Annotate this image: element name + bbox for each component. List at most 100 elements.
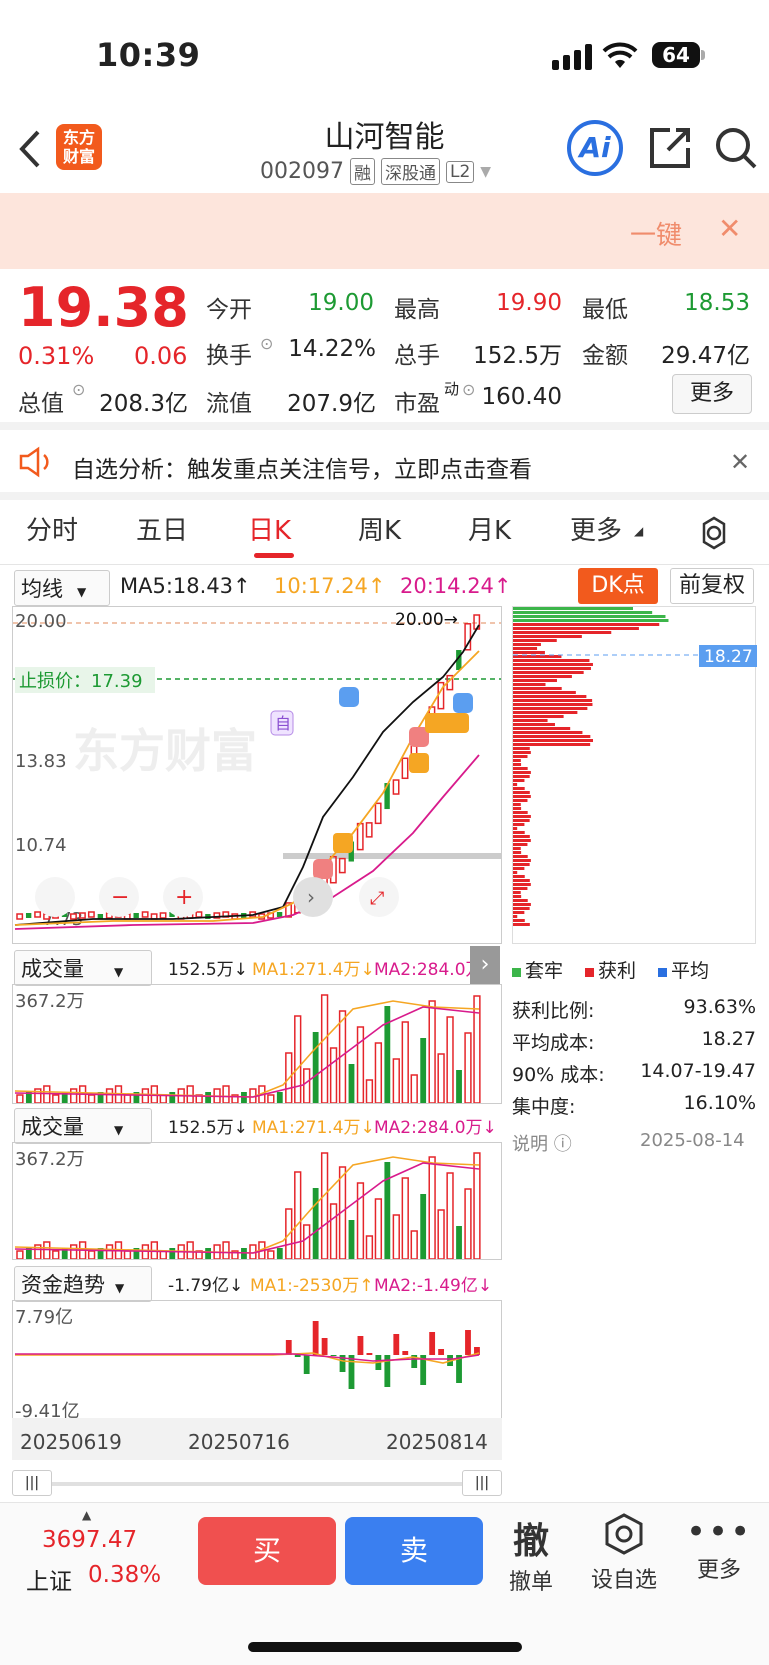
chart-left-button[interactable] xyxy=(35,877,75,917)
buy-button[interactable]: 买 xyxy=(198,1517,336,1585)
indicator-selector-volume-2[interactable]: 成交量 ▼ xyxy=(14,1108,152,1144)
indicator-selector-ma[interactable]: 均线 ▼ xyxy=(14,570,110,606)
volume-bar xyxy=(70,1244,78,1259)
chip-bar xyxy=(513,799,528,802)
caret-down-icon: ▼ xyxy=(77,585,87,599)
stock-code-row[interactable]: 002097 融 深股通 L2 ▼ xyxy=(260,158,491,185)
collapse-button[interactable]: › xyxy=(470,946,500,984)
signal-s-badge[interactable] xyxy=(453,693,473,713)
volume-bar xyxy=(222,1241,230,1259)
index-change[interactable]: 0.38% xyxy=(88,1562,161,1588)
notice-text[interactable]: 自选分析：触发重点关注信号，立即点击查看 xyxy=(72,450,532,484)
tab-daily-k[interactable]: 日K xyxy=(248,510,291,547)
candle xyxy=(34,911,42,918)
chip-bar xyxy=(513,827,518,830)
index-name[interactable]: 上证 xyxy=(26,1562,72,1596)
amount-value: 29.47亿 xyxy=(661,343,750,369)
chip-date: 2025-08-14 xyxy=(640,1130,745,1151)
volume-label: 总手 xyxy=(394,343,440,369)
profit-swatch xyxy=(585,968,595,977)
quote-more-button[interactable]: 更多 xyxy=(672,374,752,414)
info-dots-icon[interactable]: ⊙ xyxy=(260,334,273,353)
range-handle-left[interactable]: ||| xyxy=(12,1470,52,1496)
chip-distribution-chart[interactable]: 18.27 xyxy=(512,606,757,944)
volume-bar xyxy=(16,1250,24,1259)
signal-t-badge[interactable] xyxy=(333,833,353,853)
date-start: 20250619 xyxy=(20,1430,122,1454)
signal-b-badge[interactable] xyxy=(313,859,333,879)
candle xyxy=(392,779,400,795)
volume-bar xyxy=(312,1032,319,1103)
chip-bar xyxy=(513,759,521,762)
candle xyxy=(374,802,382,825)
volume-chart-1[interactable]: 367.2万 xyxy=(12,984,502,1104)
banner-close-icon[interactable]: ✕ xyxy=(718,212,741,245)
sell-button[interactable]: 卖 xyxy=(345,1517,483,1585)
tab-monthly-k[interactable]: 月K xyxy=(468,510,511,547)
chip-bar xyxy=(513,899,528,902)
fund-bar xyxy=(285,1340,292,1355)
stop-loss-label: 止损价：17.39 xyxy=(19,671,143,692)
tab-more[interactable]: 更多 xyxy=(570,510,622,547)
fund-ymax: 7.79亿 xyxy=(15,1307,74,1328)
volume-bar xyxy=(43,1085,51,1103)
signal-s-badge[interactable] xyxy=(339,687,359,707)
tag-level2: L2 xyxy=(445,160,475,183)
chip-bar xyxy=(513,739,593,742)
signal-tt-badge[interactable] xyxy=(425,713,469,733)
ai-assistant-button[interactable]: Ai xyxy=(567,120,623,176)
chip-bar xyxy=(513,639,557,642)
add-watchlist-button[interactable]: 设自选 xyxy=(588,1512,660,1594)
chip-stat-row: 集中度: 16.10% xyxy=(512,1092,756,1124)
cancel-order-button[interactable]: 撤 撤单 xyxy=(500,1512,562,1596)
range-scrollbar[interactable]: ||| ||| xyxy=(12,1470,502,1496)
kline-svg[interactable]: 东方财富 止损价：17.39 20.00 13.83 10.74 7.73 20… xyxy=(13,607,501,943)
dk-point-button[interactable]: DK点 xyxy=(578,568,658,604)
avg-cost-tag: 18.27 xyxy=(704,647,753,667)
volume-bar xyxy=(356,1026,365,1103)
fund-ma1: MA1:-2530万↑ xyxy=(250,1276,374,1296)
vol2-ymax: 367.2万 xyxy=(15,1149,85,1170)
gear-icon[interactable] xyxy=(696,515,732,551)
float-value: 207.9亿 xyxy=(287,391,376,417)
candle xyxy=(141,911,149,918)
bottom-more-button[interactable]: ••• 更多 xyxy=(686,1512,752,1584)
index-value[interactable]: 3697.47 xyxy=(42,1527,137,1553)
chip-bar xyxy=(513,807,522,810)
tab-intraday[interactable]: 分时 xyxy=(26,510,78,547)
chip-bar xyxy=(513,767,528,770)
chip-note[interactable]: 说明 ⓘ xyxy=(512,1130,572,1156)
indicator-selector-fund[interactable]: 资金趋势 ▼ xyxy=(14,1266,152,1302)
adjust-button[interactable]: 前复权 xyxy=(670,568,754,604)
search-icon[interactable] xyxy=(714,126,758,170)
volume-bar xyxy=(16,1094,24,1103)
chip-bar xyxy=(513,859,531,862)
vol1-ma2-line xyxy=(14,1006,480,1098)
candle xyxy=(133,913,139,918)
fund-svg xyxy=(15,1321,480,1389)
chip-bar xyxy=(513,835,530,838)
caret-down-icon: ▼ xyxy=(115,1281,125,1295)
volume-bar xyxy=(320,1152,329,1259)
range-handle-right[interactable]: ||| xyxy=(462,1470,502,1496)
fund-ma2: MA2:-1.49亿↓ xyxy=(374,1276,493,1296)
notice-close-icon[interactable]: ✕ xyxy=(730,448,750,476)
info-dots-icon[interactable]: ⊙ xyxy=(462,380,475,399)
chip-bar xyxy=(513,855,528,858)
fund-chart[interactable]: 7.79亿 -9.41亿 xyxy=(12,1300,502,1422)
info-dots-icon[interactable]: ⊙ xyxy=(72,380,85,399)
chip-stat-label: 平均成本: xyxy=(512,1032,595,1054)
indicator-selector-volume[interactable]: 成交量 ▼ xyxy=(14,950,152,986)
signal-t-badge[interactable] xyxy=(409,753,429,773)
chip-stat-row: 获利比例: 93.63% xyxy=(512,996,756,1028)
high-marker: 20.00→ xyxy=(395,610,458,630)
chip-bar xyxy=(513,803,521,806)
more-dots-icon: ••• xyxy=(686,1512,753,1552)
banner-text[interactable]: 一键 xyxy=(630,215,682,252)
share-icon[interactable] xyxy=(648,126,692,170)
tab-weekly-k[interactable]: 周K xyxy=(358,510,401,547)
index-expand-caret-icon[interactable]: ▲ xyxy=(82,1508,91,1522)
tab-five-day[interactable]: 五日 xyxy=(136,510,188,547)
kline-chart[interactable]: 东方财富 止损价：17.39 20.00 13.83 10.74 7.73 20… xyxy=(12,606,502,944)
volume-chart-2[interactable]: 367.2万 xyxy=(12,1142,502,1260)
